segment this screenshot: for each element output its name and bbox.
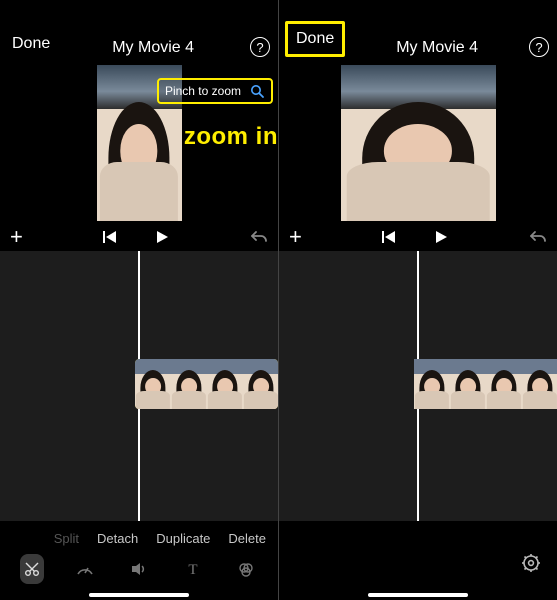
play-button[interactable] <box>154 229 170 245</box>
split-action: Split <box>54 531 79 546</box>
volume-tool[interactable] <box>127 554 151 584</box>
video-preview[interactable] <box>341 65 496 221</box>
delete-action[interactable]: Delete <box>228 531 266 546</box>
svg-text:T: T <box>188 562 197 578</box>
add-media-button[interactable]: + <box>289 226 302 248</box>
project-title: My Movie 4 <box>396 39 478 57</box>
pinch-to-zoom-badge: Pinch to zoom <box>157 78 273 104</box>
zoom-in-overlay: zoom in <box>184 123 278 151</box>
header: Done My Movie 4 ? <box>0 0 278 65</box>
header: Done My Movie 4 ? <box>279 0 557 65</box>
timeline[interactable] <box>0 251 278 521</box>
add-media-button[interactable]: + <box>10 226 23 248</box>
duplicate-action[interactable]: Duplicate <box>156 531 210 546</box>
project-title: My Movie 4 <box>112 39 194 57</box>
scissors-tool[interactable] <box>20 554 44 584</box>
video-clip[interactable] <box>414 359 557 409</box>
pinch-label: Pinch to zoom <box>165 84 241 98</box>
undo-button[interactable] <box>529 230 547 244</box>
video-clip[interactable] <box>135 359 278 409</box>
skip-back-button[interactable] <box>102 230 118 244</box>
home-indicator[interactable] <box>89 593 189 597</box>
done-button[interactable]: Done <box>285 21 345 57</box>
preview-area[interactable] <box>279 65 557 223</box>
settings-button[interactable] <box>521 553 541 578</box>
timeline[interactable] <box>279 251 557 521</box>
edit-toolbar: T <box>0 552 278 586</box>
speed-tool[interactable] <box>74 554 98 584</box>
right-screen: Done My Movie 4 ? + <box>278 0 557 600</box>
transport-bar: + <box>279 223 557 251</box>
preview-area[interactable]: Pinch to zoom zoom in <box>0 65 278 223</box>
help-button[interactable]: ? <box>529 37 549 57</box>
done-button[interactable]: Done <box>6 31 56 57</box>
left-screen: Done My Movie 4 ? Pinch to zoom zoom in … <box>0 0 278 600</box>
help-button[interactable]: ? <box>250 37 270 57</box>
filters-tool[interactable] <box>234 554 258 584</box>
detach-action[interactable]: Detach <box>97 531 138 546</box>
play-button[interactable] <box>433 229 449 245</box>
magnifier-icon <box>249 83 265 99</box>
titles-tool[interactable]: T <box>181 554 205 584</box>
skip-back-button[interactable] <box>381 230 397 244</box>
transport-bar: + <box>0 223 278 251</box>
clip-edit-actions: Split Detach Duplicate Delete <box>54 531 266 546</box>
undo-button[interactable] <box>250 230 268 244</box>
home-indicator[interactable] <box>368 593 468 597</box>
